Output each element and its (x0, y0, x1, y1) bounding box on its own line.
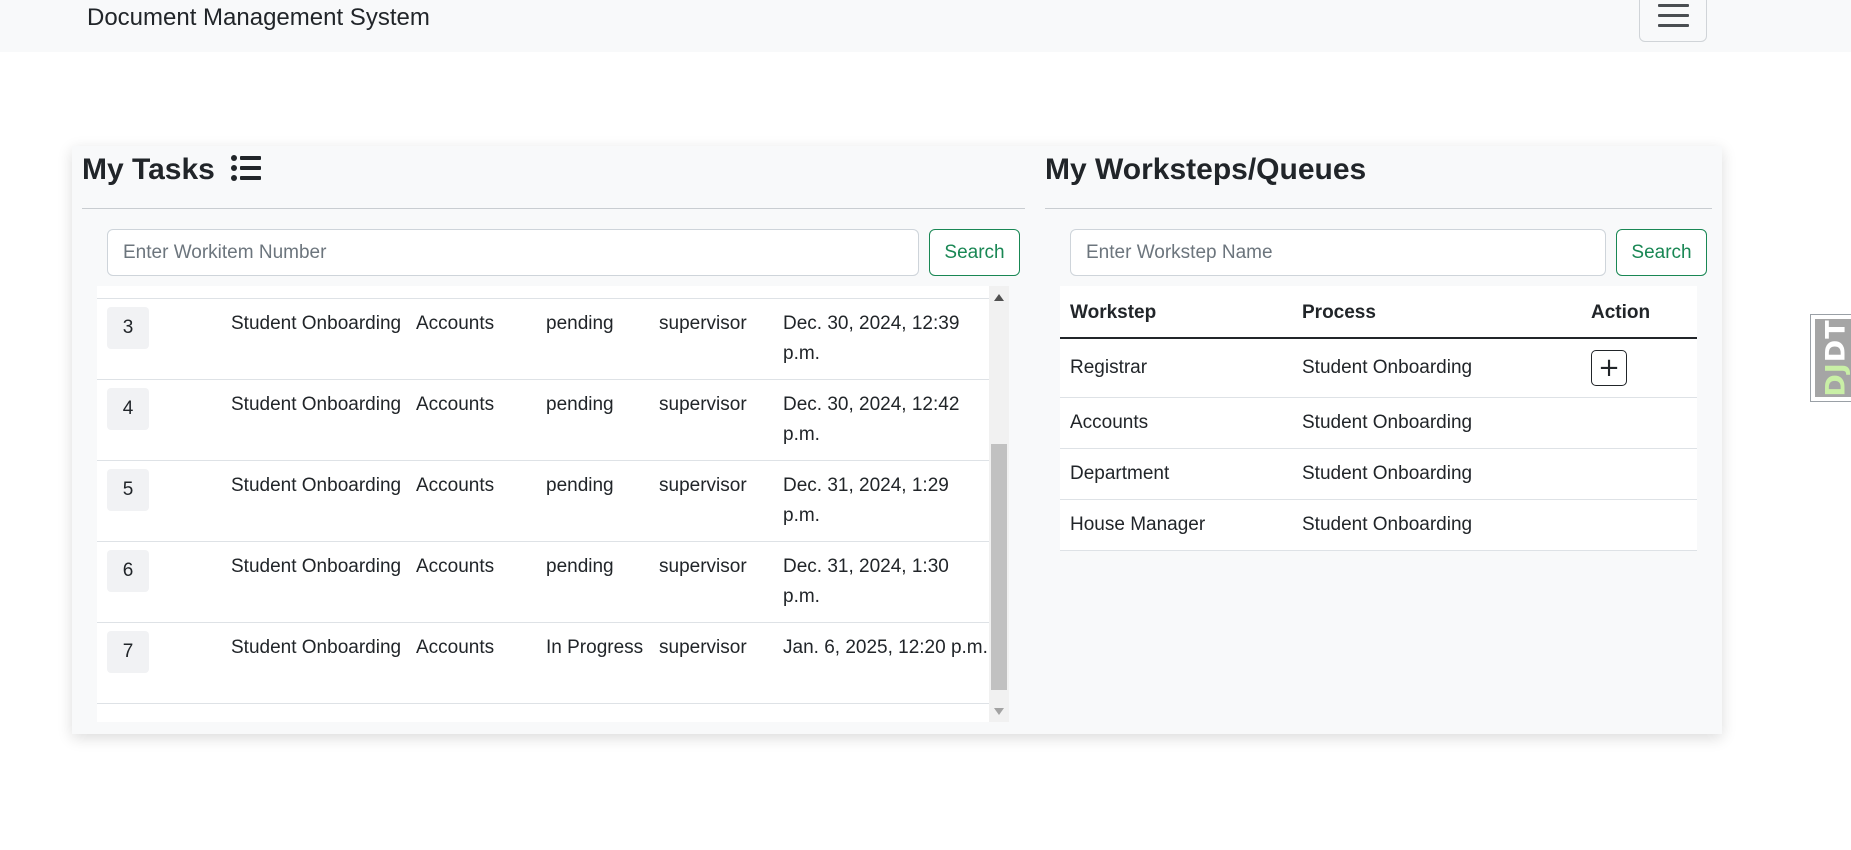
task-user: supervisor (659, 622, 783, 704)
task-workstep: Accounts (416, 298, 546, 380)
debug-toolbar-logo: DJDT (1815, 319, 1851, 397)
task-date: Jan. 6, 2025, 12:20 p.m. (783, 622, 989, 704)
workstep-process: Student Onboarding (1292, 338, 1581, 398)
workstep-process: Student Onboarding (1292, 448, 1581, 500)
list-icon (231, 155, 262, 189)
task-process: Student Onboarding (231, 622, 416, 704)
task-status: pending (546, 541, 659, 623)
tasks-table: 3 Student Onboarding Accounts pending su… (97, 298, 989, 704)
workstep-name: Registrar (1060, 338, 1292, 398)
navbar: Document Management System (0, 0, 1851, 52)
table-row[interactable]: 3 Student Onboarding Accounts pending su… (97, 298, 989, 380)
task-user: supervisor (659, 460, 783, 542)
table-row: Accounts Student Onboarding (1060, 397, 1697, 449)
task-date: Dec. 31, 2024, 1:29 p.m. (783, 460, 989, 542)
tasks-search-button[interactable]: Search (929, 229, 1020, 276)
tasks-scrollbar[interactable] (989, 286, 1009, 722)
table-row: Registrar Student Onboarding + (1060, 338, 1697, 398)
navbar-toggler-button[interactable] (1639, 0, 1707, 42)
task-user: supervisor (659, 298, 783, 380)
task-status: pending (546, 379, 659, 461)
table-row[interactable]: 7 Student Onboarding Accounts In Progres… (97, 622, 989, 704)
tasks-heading: My Tasks (82, 153, 262, 189)
workstep-action (1581, 499, 1697, 551)
task-workstep: Accounts (416, 460, 546, 542)
tasks-table-container[interactable]: 3 Student Onboarding Accounts pending su… (97, 286, 1009, 722)
column-header-workstep: Workstep (1060, 286, 1292, 339)
workitem-number[interactable]: 5 (107, 469, 149, 511)
task-status: pending (546, 460, 659, 542)
task-status: In Progress (546, 622, 659, 704)
table-row[interactable]: 4 Student Onboarding Accounts pending su… (97, 379, 989, 461)
workstep-action (1581, 448, 1697, 500)
scrollbar-thumb[interactable] (991, 444, 1007, 690)
table-row[interactable]: 6 Student Onboarding Accounts pending su… (97, 541, 989, 623)
tasks-title: My Tasks (82, 153, 215, 186)
workitem-number[interactable]: 3 (107, 307, 149, 349)
task-status: pending (546, 298, 659, 380)
task-process: Student Onboarding (231, 541, 416, 623)
task-user: supervisor (659, 541, 783, 623)
worksteps-title: My Worksteps/Queues (1045, 153, 1367, 186)
workitem-search-input[interactable] (107, 229, 919, 276)
column-header-action: Action (1581, 286, 1697, 339)
task-workstep: Accounts (416, 379, 546, 461)
workitem-number[interactable]: 7 (107, 631, 149, 673)
workitem-number[interactable]: 6 (107, 550, 149, 592)
workstep-action (1581, 397, 1697, 449)
column-header-process: Process (1292, 286, 1581, 339)
workstep-process: Student Onboarding (1292, 499, 1581, 551)
workstep-search-input[interactable] (1070, 229, 1606, 276)
task-workstep: Accounts (416, 541, 546, 623)
task-process: Student Onboarding (231, 460, 416, 542)
task-date: Dec. 30, 2024, 12:39 p.m. (783, 298, 989, 380)
worksteps-divider (1045, 208, 1712, 209)
worksteps-table: Workstep Process Action Registrar Studen… (1060, 286, 1697, 551)
scroll-down-arrow-icon[interactable] (994, 708, 1004, 715)
workstep-process: Student Onboarding (1292, 397, 1581, 449)
app-brand[interactable]: Document Management System (87, 4, 430, 32)
workstep-name: Department (1060, 448, 1292, 500)
table-row: Department Student Onboarding (1060, 448, 1697, 500)
task-process: Student Onboarding (231, 298, 416, 380)
debug-toolbar-handle[interactable]: DJDT (1810, 314, 1851, 402)
table-row[interactable]: 5 Student Onboarding Accounts pending su… (97, 460, 989, 542)
task-date: Dec. 30, 2024, 12:42 p.m. (783, 379, 989, 461)
table-row: House Manager Student Onboarding (1060, 499, 1697, 551)
workstep-name: Accounts (1060, 397, 1292, 449)
task-workstep: Accounts (416, 622, 546, 704)
task-process: Student Onboarding (231, 379, 416, 461)
tasks-divider (82, 208, 1025, 209)
scroll-up-arrow-icon[interactable] (994, 294, 1004, 301)
task-date: Dec. 31, 2024, 1:30 p.m. (783, 541, 989, 623)
workstep-name: House Manager (1060, 499, 1292, 551)
workitem-number[interactable]: 4 (107, 388, 149, 430)
task-user: supervisor (659, 379, 783, 461)
worksteps-search-button[interactable]: Search (1616, 229, 1707, 276)
add-workstep-button[interactable]: + (1591, 349, 1627, 386)
